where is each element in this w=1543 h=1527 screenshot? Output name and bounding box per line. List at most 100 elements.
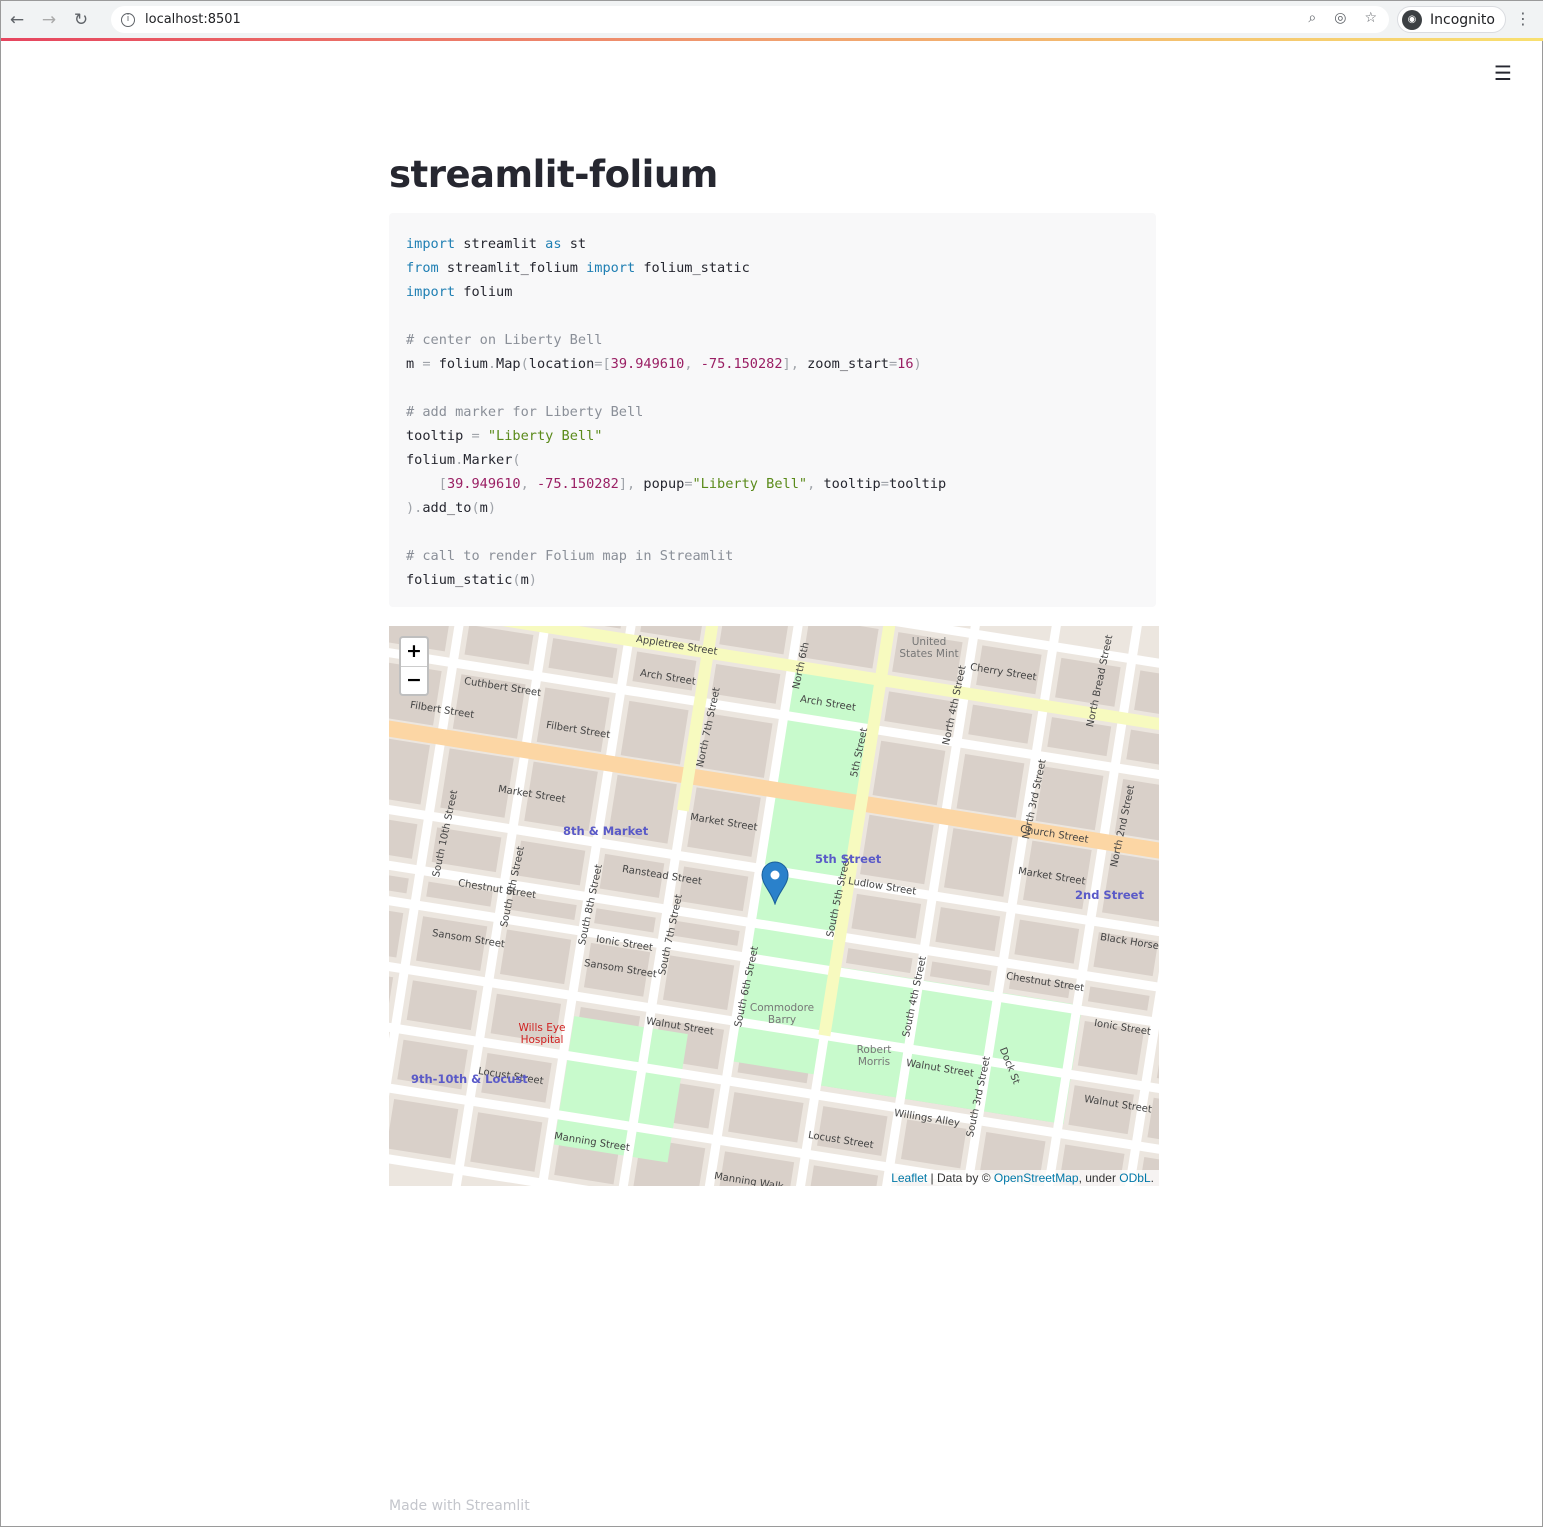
attr-text: , under: [1078, 1171, 1120, 1185]
code-token: # center on Liberty Bell: [406, 332, 603, 348]
poi-label: Commodore Barry: [749, 1002, 815, 1026]
url-text[interactable]: localhost:8501: [145, 12, 241, 27]
code-line: tooltip = "Liberty Bell": [406, 424, 1139, 448]
code-token: tooltip: [823, 476, 881, 492]
menu-kebab-icon[interactable]: ⋮: [1515, 9, 1531, 28]
zoom-control: + −: [399, 636, 429, 696]
eye-off-icon[interactable]: ◎: [1334, 10, 1346, 26]
code-token: folium: [455, 284, 513, 300]
zoom-in-button[interactable]: +: [401, 638, 427, 666]
transit-station-label: 2nd Street: [1075, 888, 1144, 902]
zoom-out-button[interactable]: −: [401, 666, 427, 694]
reload-icon[interactable]: ↻: [65, 10, 97, 30]
folium-map[interactable]: Appletree Street Arch Street Arch Street Cu…: [389, 626, 1159, 1186]
building-block: [470, 1112, 543, 1172]
code-line: m = folium.Map(location=[39.949610, -75.…: [406, 352, 1139, 376]
code-token: Map: [496, 356, 521, 372]
code-line: from streamlit_folium import folium_stat…: [406, 256, 1139, 280]
code-token: streamlit: [455, 236, 546, 252]
incognito-badge[interactable]: ◉ Incognito: [1397, 6, 1506, 33]
code-token: =: [471, 428, 480, 444]
transit-station-label: 8th & Market: [563, 824, 649, 838]
code-token: streamlit_folium: [438, 260, 587, 276]
building-block: [956, 754, 1025, 818]
footer-made-with-streamlit[interactable]: Made with Streamlit: [389, 1498, 530, 1514]
code-token: 16: [897, 356, 914, 372]
code-token: 39.949610: [610, 356, 685, 372]
code-token: ).: [406, 500, 423, 516]
hamburger-menu-icon[interactable]: ☰: [1494, 61, 1512, 85]
attr-text: .: [1150, 1171, 1154, 1185]
poi-label: United States Mint: [899, 636, 959, 660]
code-token: ): [528, 572, 537, 588]
code-token: tooltip: [406, 428, 472, 444]
star-icon[interactable]: ☆: [1364, 10, 1377, 26]
poi-label: Robert Morris: [856, 1044, 892, 1068]
code-token: # call to render Folium map in Streamlit: [406, 548, 734, 564]
code-token: folium_static: [635, 260, 750, 276]
address-bar[interactable]: i localhost:8501 ⌕ ◎ ☆: [111, 6, 1389, 33]
code-token: m: [520, 572, 529, 588]
incognito-icon: ◉: [1402, 9, 1422, 30]
code-token: =[: [594, 356, 611, 372]
code-token: add_to: [422, 500, 472, 516]
zoom-icon[interactable]: ⌕: [1308, 10, 1316, 26]
code-token: (: [520, 356, 529, 372]
transit-station-label: 9th-10th & Locust: [411, 1072, 528, 1086]
code-token: ],: [618, 476, 644, 492]
building-block: [620, 700, 689, 765]
code-token: (: [471, 500, 480, 516]
code-token: import: [406, 284, 456, 300]
building-block: [389, 1098, 459, 1159]
code-line: folium_static(m): [406, 568, 1139, 592]
info-icon[interactable]: i: [121, 12, 135, 27]
code-token: [: [438, 476, 447, 492]
code-token: =: [422, 356, 431, 372]
code-token: folium: [430, 356, 488, 372]
building-block: [1035, 766, 1104, 831]
building-block: [872, 740, 946, 806]
code-token: =: [888, 356, 898, 372]
code-token: =: [684, 476, 693, 492]
code-token: popup: [643, 476, 685, 492]
code-token: ): [913, 356, 922, 372]
odbl-link[interactable]: ODbL: [1119, 1171, 1150, 1185]
code-token: "Liberty Bell": [692, 476, 808, 492]
page-title: streamlit-folium: [389, 153, 718, 196]
code-line: # call to render Folium map in Streamlit: [406, 544, 1139, 568]
forward-icon[interactable]: →: [33, 10, 65, 30]
code-token: 39.949610: [446, 476, 521, 492]
code-token: -75.150282: [536, 476, 619, 492]
poi-label: Wills Eye Hospital: [518, 1022, 566, 1046]
code-token: ,: [684, 356, 701, 372]
osm-link[interactable]: OpenStreetMap: [994, 1171, 1079, 1185]
leaflet-link[interactable]: Leaflet: [891, 1171, 927, 1185]
code-token: Marker: [463, 452, 513, 468]
code-token: as: [545, 236, 562, 252]
code-token: .: [487, 356, 497, 372]
code-token: folium: [406, 452, 456, 468]
code-line: [39.949610, -75.150282], popup="Liberty …: [406, 472, 1139, 496]
code-line: import streamlit as st: [406, 232, 1139, 256]
building-block: [944, 828, 1013, 897]
code-token: ],: [782, 356, 808, 372]
code-token: import: [406, 236, 456, 252]
attr-text: | Data by ©: [927, 1171, 994, 1185]
code-line: folium.Marker(: [406, 448, 1139, 472]
streamlit-header-decoration: [1, 38, 1543, 41]
code-token: tooltip: [888, 476, 947, 492]
code-token: (: [512, 572, 521, 588]
code-token: =: [880, 476, 889, 492]
code-line: import folium: [406, 280, 1139, 304]
code-line: # center on Liberty Bell: [406, 328, 1139, 352]
back-icon[interactable]: ←: [1, 10, 33, 30]
code-token: folium_static: [406, 572, 513, 588]
building-block: [860, 814, 934, 885]
code-token: st: [561, 236, 587, 252]
code-token: m: [406, 356, 423, 372]
code-token: location: [528, 356, 595, 372]
